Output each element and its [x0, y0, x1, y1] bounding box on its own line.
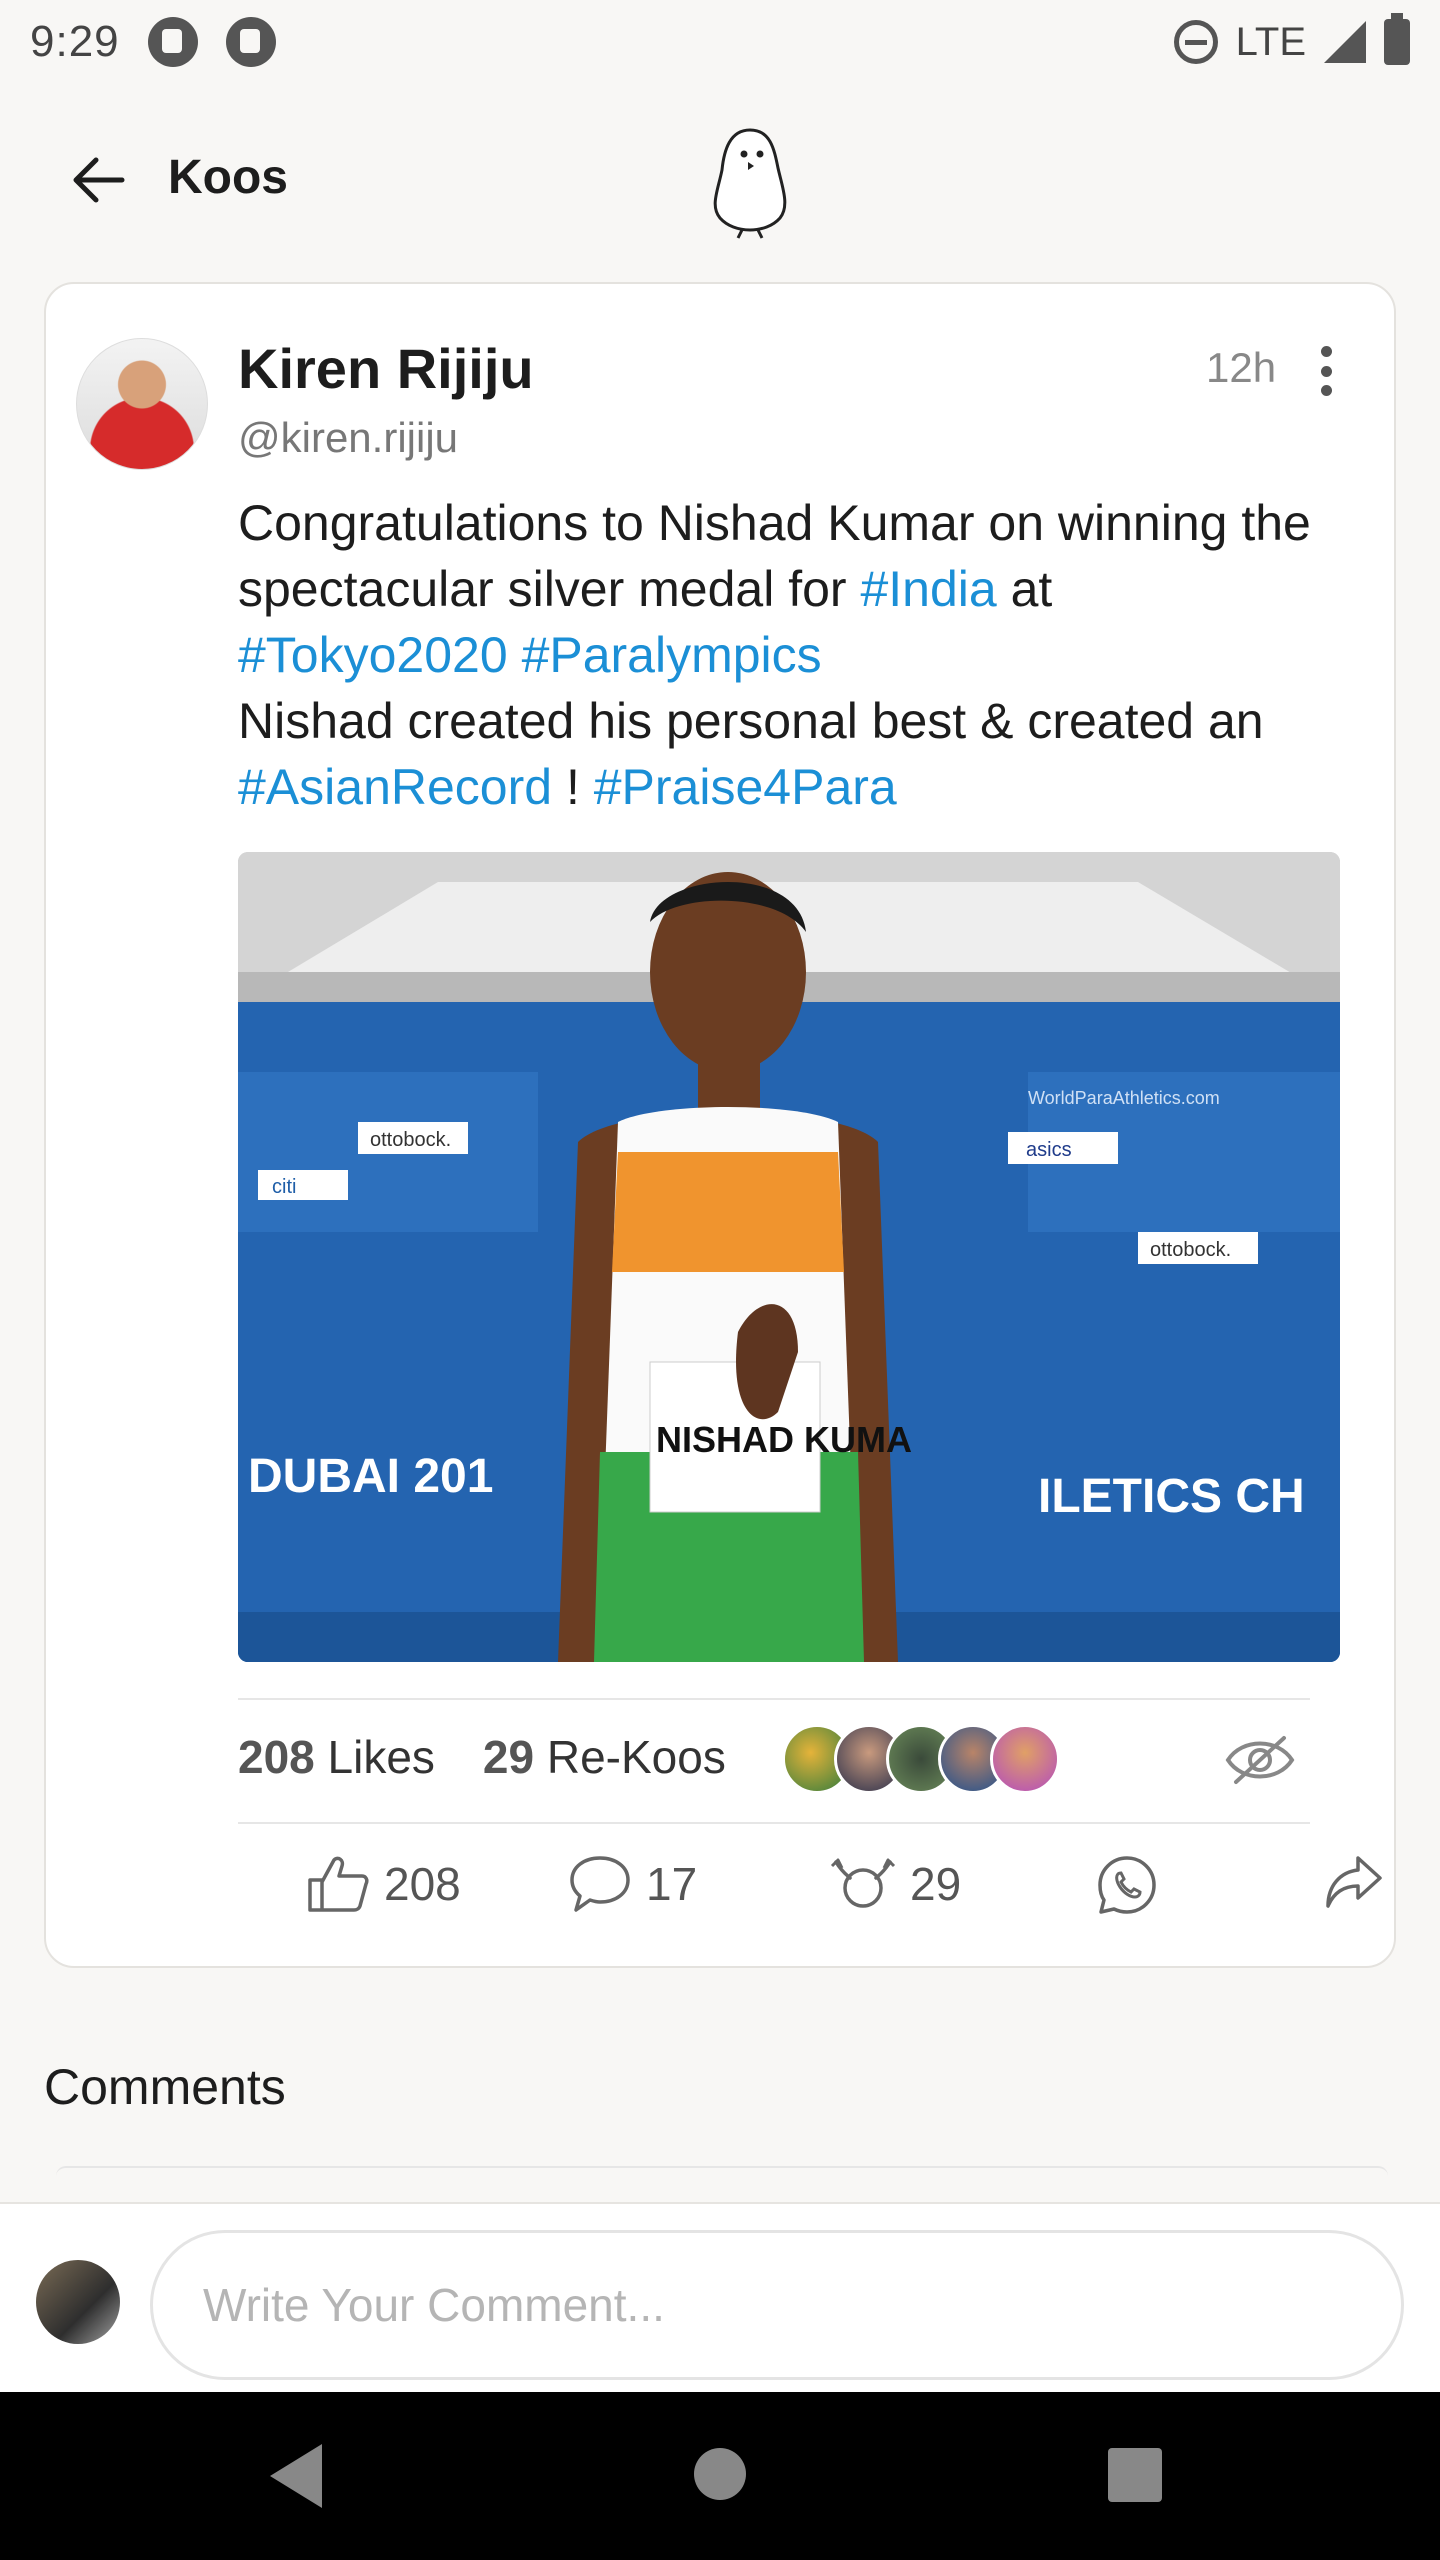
rekoo-button[interactable]: 29 — [830, 1854, 961, 1914]
comments-heading: Comments — [44, 2059, 286, 2115]
app-header: Koos — [0, 120, 1440, 240]
dot-icon — [1320, 365, 1332, 377]
arrow-left-icon — [73, 157, 125, 203]
sync-icon — [147, 17, 198, 67]
likes-label: Likes — [327, 1731, 435, 1783]
nav-recents-button[interactable] — [1108, 2448, 1162, 2502]
rekoos-label: Re-Koos — [546, 1731, 726, 1783]
post-text-part: Congratulations to Nishad Kumar on winni… — [238, 495, 1311, 617]
rekoo-count: 29 — [910, 1858, 962, 1910]
sponsor-citi: citi — [272, 1176, 296, 1198]
share-button[interactable] — [1324, 1854, 1384, 1910]
dot-icon — [1320, 346, 1332, 357]
hashtag-india[interactable]: #India — [860, 561, 996, 617]
banner-text-left: DUBAI 201 — [248, 1450, 493, 1503]
whatsapp-share-button[interactable] — [1096, 1854, 1158, 1916]
more-options-button[interactable] — [1314, 346, 1338, 396]
divider — [238, 1698, 1310, 1700]
comment-button[interactable]: 17 — [568, 1854, 697, 1914]
banner-text-right: ILETICS CH — [1038, 1470, 1305, 1523]
post-text-part: ! — [552, 759, 594, 815]
author-name[interactable]: Kiren Rijiju — [238, 336, 534, 401]
comments-list — [56, 2166, 1388, 2176]
rekoos-count: 29 — [482, 1731, 535, 1783]
app-notification-icon — [225, 17, 276, 67]
post-text: Congratulations to Nishad Kumar on winni… — [238, 490, 1378, 820]
hashtag-praise4para[interactable]: #Praise4Para — [594, 759, 897, 815]
status-bar: 9:29 LTE — [0, 0, 1440, 84]
battery-icon — [1384, 13, 1410, 65]
system-navigation-bar — [0, 2392, 1440, 2560]
share-arrow-icon — [1326, 1856, 1382, 1908]
rekoos-stat[interactable]: 29 Re-Koos — [483, 1730, 726, 1784]
back-button[interactable] — [60, 142, 136, 218]
athlete-bib: NISHAD KUMA — [656, 1419, 912, 1460]
hashtag-tokyo2020[interactable]: #Tokyo2020 — [238, 627, 508, 683]
author-avatar[interactable] — [76, 338, 208, 470]
signal-icon — [1324, 21, 1366, 63]
comment-count: 17 — [646, 1858, 698, 1910]
hashtag-asianrecord[interactable]: #AsianRecord — [238, 759, 552, 815]
comment-input[interactable] — [150, 2230, 1404, 2380]
liker-avatars[interactable] — [782, 1724, 1060, 1794]
author-handle[interactable]: @kiren.rijiju — [238, 414, 458, 462]
sponsor-ottobock-2: ottobock. — [1150, 1239, 1231, 1261]
network-type: LTE — [1235, 19, 1306, 64]
post-text-part: Nishad created his personal best & creat… — [238, 693, 1264, 749]
hide-eye-icon[interactable] — [1222, 1730, 1298, 1790]
comment-bubble-icon — [570, 1856, 630, 1912]
post-image[interactable]: ottobock. citi asics ottobock. WorldPara… — [238, 852, 1340, 1662]
whatsapp-icon — [1098, 1856, 1156, 1914]
page-title: Koos — [168, 151, 288, 204]
athlete-photo: ottobock. citi asics ottobock. WorldPara… — [238, 852, 1340, 1662]
post-timestamp: 12h — [1206, 344, 1277, 391]
koo-logo-icon — [713, 128, 787, 239]
likes-count: 208 — [238, 1731, 315, 1783]
thumbs-up-icon — [308, 1856, 369, 1912]
liker-avatar — [990, 1724, 1060, 1794]
divider — [238, 1822, 1310, 1824]
like-count: 208 — [384, 1858, 461, 1910]
do-not-disturb-icon — [1173, 20, 1218, 64]
user-avatar[interactable] — [36, 2260, 120, 2344]
comment-bar — [0, 2202, 1440, 2392]
rekoo-icon — [830, 1858, 896, 1908]
likes-stat[interactable]: 208 Likes — [238, 1730, 435, 1784]
dot-icon — [1320, 385, 1332, 396]
post-actions: 208 17 29 — [238, 1854, 1382, 1934]
like-button[interactable]: 208 — [306, 1854, 461, 1914]
website-text: WorldParaAthletics.com — [1028, 1088, 1220, 1108]
sponsor-ottobock: ottobock. — [370, 1129, 451, 1151]
sponsor-asics: asics — [1026, 1139, 1072, 1161]
status-time: 9:29 — [30, 17, 120, 66]
post-text-part: at — [996, 561, 1053, 617]
post-stats: 208 Likes 29 Re-Koos — [238, 1730, 726, 1784]
nav-back-button[interactable] — [270, 2444, 322, 2508]
hashtag-paralympics[interactable]: #Paralympics — [522, 627, 822, 683]
koo-post-card[interactable]: Kiren Rijiju @kiren.rijiju 12h Congratul… — [44, 282, 1396, 1968]
nav-home-button[interactable] — [694, 2448, 746, 2500]
